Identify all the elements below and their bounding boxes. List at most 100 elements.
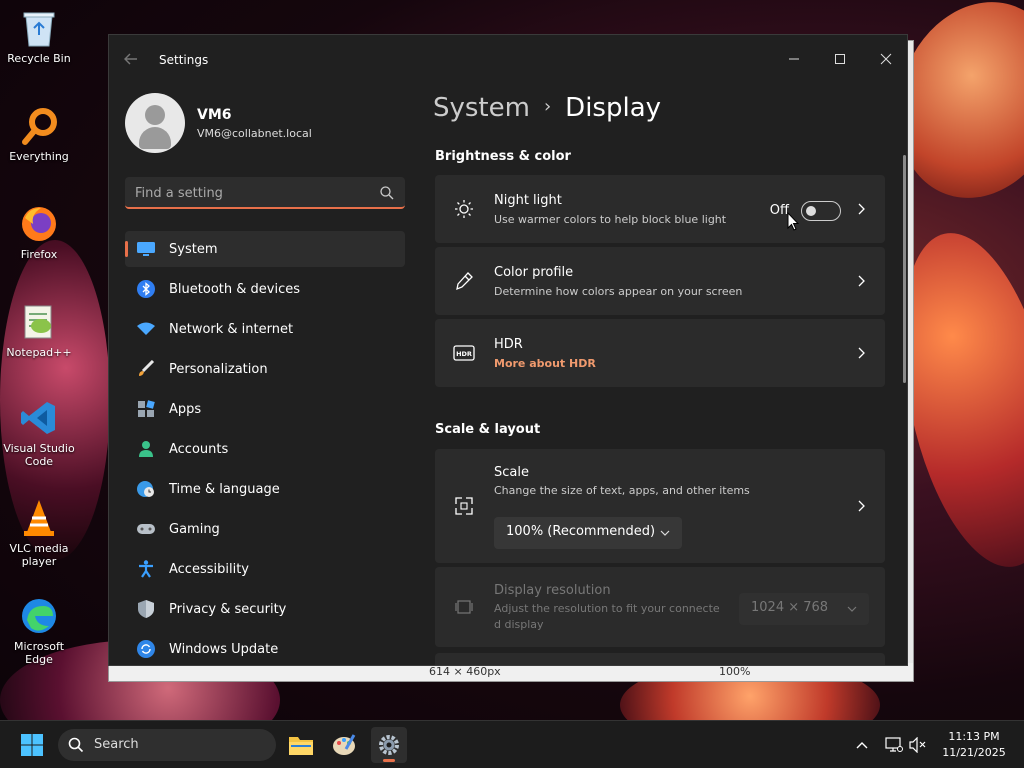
- globe-clock-icon: [137, 480, 155, 498]
- arrow-left-icon: [124, 53, 137, 65]
- sidebar-item-system[interactable]: System: [125, 231, 405, 267]
- speaker-muted-icon: [909, 737, 926, 753]
- resize-icon: [453, 495, 475, 517]
- title-bar: Settings: [109, 35, 907, 83]
- shield-icon: [137, 600, 155, 618]
- sidebar-item-label: Personalization: [169, 361, 268, 377]
- sidebar-item-apps[interactable]: Apps: [125, 391, 405, 427]
- minimize-icon: [789, 58, 799, 60]
- chevron-down-icon: [847, 606, 857, 612]
- desktop-icon-label: VLC media player: [9, 542, 69, 568]
- maximize-button[interactable]: [817, 43, 863, 75]
- everything-search-icon: [19, 106, 59, 146]
- chevron-up-icon: [856, 742, 868, 749]
- scale-subtitle: Change the size of text, apps, and other…: [494, 484, 750, 497]
- update-icon: [137, 640, 155, 658]
- user-profile[interactable]: VM6 VM6@collabnet.local: [125, 93, 415, 153]
- scale-dropdown-value: 100% (Recommended): [506, 524, 656, 539]
- taskbar-clock[interactable]: 11:13 PM 11/21/2025: [934, 729, 1014, 761]
- svg-text:HDR: HDR: [456, 350, 472, 358]
- taskbar-search[interactable]: Search: [58, 729, 276, 761]
- more-about-hdr-link[interactable]: More about HDR: [494, 357, 596, 370]
- night-light-subtitle: Use warmer colors to help block blue lig…: [494, 213, 727, 226]
- accessibility-icon: [137, 560, 155, 578]
- desktop-icon-label: Firefox: [20, 248, 58, 261]
- sidebar-item-privacy-security[interactable]: Privacy & security: [125, 591, 405, 627]
- sidebar-item-label: Network & internet: [169, 321, 294, 337]
- chevron-right-icon: [858, 203, 865, 215]
- close-button[interactable]: [863, 43, 907, 75]
- person-icon: [137, 440, 155, 458]
- desktop-icon-everything[interactable]: Everything: [0, 106, 78, 163]
- hdr-card[interactable]: HDR HDR More about HDR: [435, 319, 885, 387]
- hdr-icon: HDR: [453, 342, 475, 364]
- desktop-icon-label: Visual Studio Code: [3, 442, 75, 468]
- show-hidden-icons-button[interactable]: [852, 735, 872, 755]
- sidebar-item-personalization[interactable]: Personalization: [125, 351, 405, 387]
- night-light-toggle[interactable]: [801, 201, 841, 221]
- folder-icon: [289, 737, 313, 755]
- sidebar-item-label: Accounts: [169, 441, 229, 457]
- sidebar-item-label: Windows Update: [169, 641, 279, 657]
- display-resolution-card: Display resolution Adjust the resolution…: [435, 567, 885, 647]
- desktop-icon-recycle-bin[interactable]: Recycle Bin: [0, 8, 78, 65]
- scrollbar[interactable]: [903, 155, 906, 383]
- desktop-icon-vlc[interactable]: VLC media player: [0, 498, 78, 568]
- desktop-icon-notepad-plus-plus[interactable]: Notepad++: [0, 302, 78, 359]
- minimize-button[interactable]: [771, 43, 817, 75]
- desktop-icon-label: Microsoft Edge: [13, 640, 65, 666]
- taskbar-settings[interactable]: [371, 727, 407, 763]
- sidebar-nav: System Bluetooth & devices Network & int…: [125, 231, 405, 665]
- maximize-icon: [835, 54, 845, 64]
- clock-time: 11:13 PM: [948, 730, 1000, 743]
- page-title: Display: [565, 93, 662, 123]
- sidebar-item-gaming[interactable]: Gaming: [125, 511, 405, 547]
- sidebar-item-bluetooth[interactable]: Bluetooth & devices: [125, 271, 405, 307]
- resolution-dropdown: 1024 × 768: [739, 593, 869, 625]
- close-icon: [880, 53, 892, 65]
- sidebar-item-time-language[interactable]: Time & language: [125, 471, 405, 507]
- desktop-icon-label: Recycle Bin: [7, 52, 71, 65]
- settings-window: Settings VM6 VM6@collabnet.local System …: [108, 34, 908, 666]
- window-title: Settings: [159, 53, 209, 67]
- chevron-right-icon: ›: [543, 96, 552, 117]
- taskbar-paint[interactable]: [327, 727, 363, 763]
- main-content: System › Display Brightness & color Night …: [433, 83, 893, 665]
- eyedropper-icon: [453, 270, 475, 292]
- bluetooth-icon: [137, 280, 155, 298]
- night-light-card[interactable]: Night light Use warmer colors to help bl…: [435, 175, 885, 243]
- volume-tray-button[interactable]: [908, 735, 928, 755]
- section-title-brightness: Brightness & color: [435, 149, 571, 164]
- settings-search-input[interactable]: [135, 183, 365, 203]
- scale-card[interactable]: Scale Change the size of text, apps, and…: [435, 449, 885, 563]
- settings-search-box[interactable]: [125, 177, 405, 209]
- taskbar-file-explorer[interactable]: [283, 727, 319, 763]
- sidebar-item-windows-update[interactable]: Windows Update: [125, 631, 405, 665]
- breadcrumb: System › Display: [433, 93, 661, 123]
- sidebar-item-accounts[interactable]: Accounts: [125, 431, 405, 467]
- desktop-icon-vscode[interactable]: Visual Studio Code: [0, 398, 78, 468]
- user-email: VM6@collabnet.local: [197, 127, 312, 140]
- network-tray-button[interactable]: [884, 735, 904, 755]
- monitor-icon: [137, 240, 155, 258]
- sidebar-item-accessibility[interactable]: Accessibility: [125, 551, 405, 587]
- color-profile-subtitle: Determine how colors appear on your scre…: [494, 285, 743, 298]
- network-monitor-icon: [885, 737, 903, 752]
- desktop-icon-edge[interactable]: Microsoft Edge: [0, 596, 78, 666]
- paint-palette-icon: [333, 734, 356, 755]
- sidebar-item-label: Time & language: [169, 481, 280, 497]
- status-dimensions: 614 × 460px: [429, 665, 501, 678]
- edge-icon: [19, 596, 59, 636]
- desktop-icon-firefox[interactable]: Firefox: [0, 204, 78, 261]
- next-setting-card[interactable]: [435, 653, 885, 665]
- hdr-title: HDR: [494, 337, 523, 352]
- sidebar-item-network[interactable]: Network & internet: [125, 311, 405, 347]
- back-button[interactable]: [123, 51, 143, 71]
- color-profile-card[interactable]: Color profile Determine how colors appea…: [435, 247, 885, 315]
- breadcrumb-parent[interactable]: System: [433, 93, 530, 123]
- gear-icon: [379, 735, 399, 755]
- start-button[interactable]: [20, 733, 44, 757]
- vscode-icon: [19, 398, 59, 438]
- desktop-icon-label: Notepad++: [6, 346, 72, 359]
- scale-dropdown[interactable]: 100% (Recommended): [494, 517, 682, 549]
